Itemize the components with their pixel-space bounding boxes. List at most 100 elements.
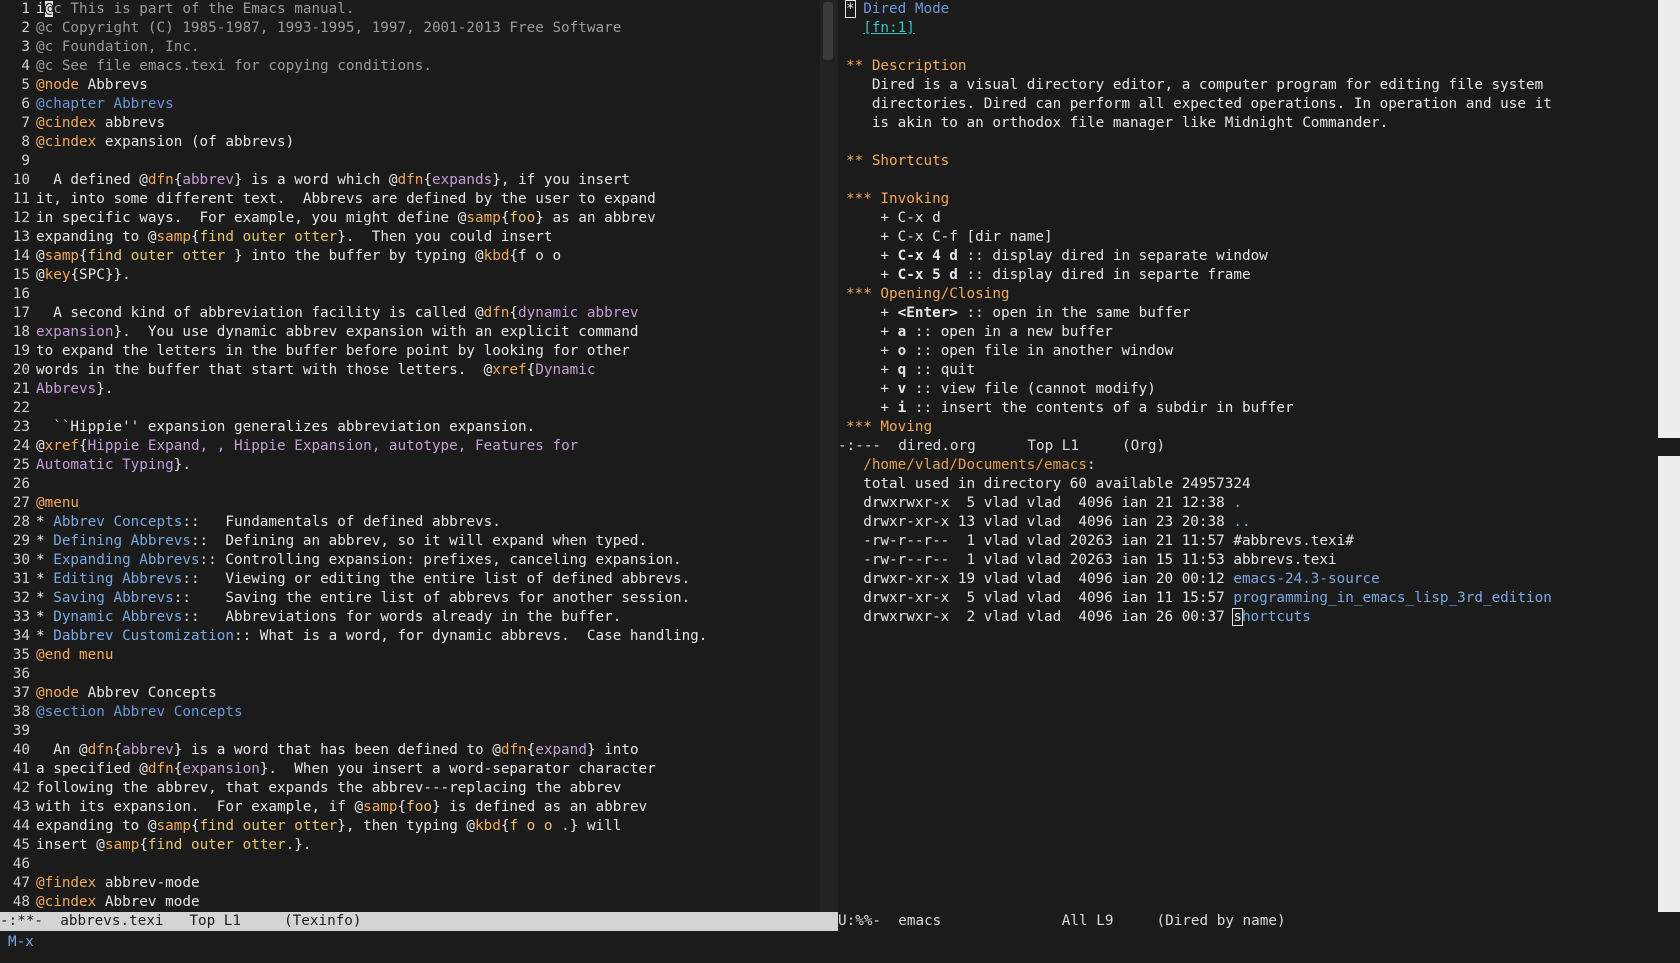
dired-entry[interactable]: -rw-r--r-- 1 vlad vlad 20263 ian 21 11:5… — [838, 532, 1658, 551]
code-line[interactable]: 43 with its expansion. For example, if @s… — [0, 798, 820, 817]
code-line[interactable]: 29 * Defining Abbrevs:: Defining an abbre… — [0, 532, 820, 551]
org-line[interactable]: + q :: quit — [838, 361, 1658, 380]
code-line[interactable]: 12 in specific ways. For example, you mig… — [0, 209, 820, 228]
code-line[interactable]: 28 * Abbrev Concepts:: Fundamentals of de… — [0, 513, 820, 532]
dired-entry[interactable]: drwxrwxr-x 2 vlad vlad 4096 ian 26 00:37… — [838, 608, 1658, 627]
org-line[interactable]: + <Enter> :: open in the same buffer — [838, 304, 1658, 323]
org-line[interactable]: ** Description — [838, 57, 1658, 76]
code-line[interactable]: 23 ``Hippie'' expansion generalizes abbr… — [0, 418, 820, 437]
link-text[interactable]: [fn:1] — [863, 20, 915, 36]
link-text[interactable]: Expanding Abbrevs — [53, 552, 199, 568]
dired-scrollbar-track[interactable] — [1658, 456, 1680, 912]
org-line[interactable]: + C-x 4 d :: display dired in separate w… — [838, 247, 1658, 266]
code-line[interactable]: 19 to expand the letters in the buffer be… — [0, 342, 820, 361]
code-line[interactable]: 15 @key{SPC}}. — [0, 266, 820, 285]
org-buffer-pane[interactable]: * Dired Mode [fn:1] ** Description Dired … — [838, 0, 1658, 437]
code-line[interactable]: 5 @node Abbrevs — [0, 76, 820, 95]
code-line[interactable]: 45 insert @samp{find outer otter.}. — [0, 836, 820, 855]
link-text[interactable]: Abbrev Concepts — [53, 514, 182, 530]
dired-entry[interactable]: drwxr-xr-x 13 vlad vlad 4096 ian 23 20:3… — [838, 513, 1658, 532]
code-line[interactable]: 11 it, into some different text. Abbrevs … — [0, 190, 820, 209]
link-text[interactable]: Dynamic Abbrevs — [53, 609, 182, 625]
code-line[interactable]: 34 * Dabbrev Customization:: What is a wo… — [0, 627, 820, 646]
link-text[interactable]: Saving Abbrevs — [53, 590, 174, 606]
texinfo-editor-pane[interactable]: 1 i@c This is part of the Emacs manual. 2 @… — [0, 0, 820, 912]
org-line[interactable]: + o :: open file in another window — [838, 342, 1658, 361]
code-line[interactable]: 26 — [0, 475, 820, 494]
code-line[interactable]: 10 A defined @dfn{abbrev} is a word whic… — [0, 171, 820, 190]
code-line[interactable]: 27 @menu — [0, 494, 820, 513]
link-text[interactable]: emacs-24.3-source — [1233, 571, 1379, 587]
code-line[interactable]: 22 — [0, 399, 820, 418]
echo-area[interactable]: M-x — [8, 933, 34, 952]
code-line[interactable]: 1 i@c This is part of the Emacs manual. — [0, 0, 820, 19]
org-line[interactable]: + v :: view file (cannot modify) — [838, 380, 1658, 399]
link-text[interactable]: programming_in_emacs_lisp_3rd_edition — [1233, 590, 1551, 606]
dired-org-modeline[interactable]: -:--- dired.org Top L1 (Org) — [838, 437, 1658, 456]
code-line[interactable]: 44 expanding to @samp{find outer otter}, … — [0, 817, 820, 836]
org-line[interactable]: + i :: insert the contents of a subdir i… — [838, 399, 1658, 418]
code-line[interactable]: 9 — [0, 152, 820, 171]
dired-entry[interactable]: drwxr-xr-x 19 vlad vlad 4096 ian 20 00:1… — [838, 570, 1658, 589]
right-scrollbar[interactable] — [1658, 0, 1680, 912]
code-line[interactable]: 3 @c Foundation, Inc. — [0, 38, 820, 57]
org-line[interactable]: [fn:1] — [838, 19, 1658, 38]
org-line[interactable]: is akin to an orthodox file manager like… — [838, 114, 1658, 133]
code-line[interactable]: 42 following the abbrev, that expands the… — [0, 779, 820, 798]
org-line[interactable]: ** Shortcuts — [838, 152, 1658, 171]
code-line[interactable]: 24 @xref{Hippie Expand, , Hippie Expansio… — [0, 437, 820, 456]
code-line[interactable]: 39 — [0, 722, 820, 741]
left-scrollbar-thumb[interactable] — [823, 2, 833, 60]
code-line[interactable]: 30 * Expanding Abbrevs:: Controlling expa… — [0, 551, 820, 570]
code-line[interactable]: 38 @section Abbrev Concepts — [0, 703, 820, 722]
org-line[interactable] — [838, 38, 1658, 57]
code-line[interactable]: 46 — [0, 855, 820, 874]
dired-buffer-pane[interactable]: /home/vlad/Documents/emacs: total used i… — [838, 456, 1658, 627]
code-line[interactable]: 2 @c Copyright (C) 1985-1987, 1993-1995, … — [0, 19, 820, 38]
code-line[interactable]: 20 words in the buffer that start with th… — [0, 361, 820, 380]
code-line[interactable]: 41 a specified @dfn{expansion}. When you … — [0, 760, 820, 779]
link-text[interactable]: Editing Abbrevs — [53, 571, 182, 587]
org-line[interactable]: *** Opening/Closing — [838, 285, 1658, 304]
link-text[interactable]: hortcuts — [1242, 609, 1311, 625]
code-line[interactable]: 13 expanding to @samp{find outer otter}. … — [0, 228, 820, 247]
code-line[interactable]: 32 * Saving Abbrevs:: Saving the entire l… — [0, 589, 820, 608]
link-text[interactable]: . — [1233, 495, 1242, 511]
code-line[interactable]: 16 — [0, 285, 820, 304]
code-line[interactable]: 36 — [0, 665, 820, 684]
link-text[interactable]: Defining Abbrevs — [53, 533, 191, 549]
org-line[interactable]: Dired is a visual directory editor, a co… — [838, 76, 1658, 95]
code-line[interactable]: 47 @findex abbrev-mode — [0, 874, 820, 893]
org-scrollbar-track[interactable] — [1658, 0, 1680, 438]
code-line[interactable]: 18 expansion}. You use dynamic abbrev exp… — [0, 323, 820, 342]
code-line[interactable]: 6 @chapter Abbrevs — [0, 95, 820, 114]
code-line[interactable]: 25 Automatic Typing}. — [0, 456, 820, 475]
code-line[interactable]: 37 @node Abbrev Concepts — [0, 684, 820, 703]
dired-entry[interactable]: -rw-r--r-- 1 vlad vlad 20263 ian 15 11:5… — [838, 551, 1658, 570]
org-line[interactable]: + C-x d — [838, 209, 1658, 228]
org-line[interactable]: + C-x 5 d :: display dired in separte fr… — [838, 266, 1658, 285]
code-line[interactable]: 4 @c See file emacs.texi for copying cond… — [0, 57, 820, 76]
code-line[interactable]: 31 * Editing Abbrevs:: Viewing or editing… — [0, 570, 820, 589]
org-line[interactable] — [838, 171, 1658, 190]
code-line[interactable]: 17 A second kind of abbreviation facilit… — [0, 304, 820, 323]
org-line[interactable]: * Dired Mode — [838, 0, 1658, 19]
texinfo-modeline[interactable]: -:**- abbrevs.texi Top L1 (Texinfo) — [0, 912, 838, 931]
dired-entry[interactable]: /home/vlad/Documents/emacs: — [838, 456, 1658, 475]
dired-entry[interactable]: drwxrwxr-x 5 vlad vlad 4096 ian 21 12:38… — [838, 494, 1658, 513]
code-line[interactable]: 14 @samp{find outer otter } into the buff… — [0, 247, 820, 266]
org-line[interactable]: + C-x C-f [dir name] — [838, 228, 1658, 247]
org-line[interactable]: *** Moving — [838, 418, 1658, 437]
code-line[interactable]: 8 @cindex expansion (of abbrevs) — [0, 133, 820, 152]
code-line[interactable]: 21 Abbrevs}. — [0, 380, 820, 399]
code-line[interactable]: 40 An @dfn{abbrev} is a word that has be… — [0, 741, 820, 760]
dired-modeline[interactable]: U:%%- emacs All L9 (Dired by name) — [838, 912, 1680, 931]
dired-entry[interactable]: drwxr-xr-x 5 vlad vlad 4096 ian 11 15:57… — [838, 589, 1658, 608]
org-line[interactable] — [838, 133, 1658, 152]
code-line[interactable]: 7 @cindex abbrevs — [0, 114, 820, 133]
org-line[interactable]: *** Invoking — [838, 190, 1658, 209]
link-text[interactable]: Dabbrev Customization — [53, 628, 234, 644]
dired-entry[interactable]: total used in directory 60 available 249… — [838, 475, 1658, 494]
window-divider[interactable] — [820, 0, 838, 912]
code-line[interactable]: 48 @cindex Abbrev mode — [0, 893, 820, 912]
